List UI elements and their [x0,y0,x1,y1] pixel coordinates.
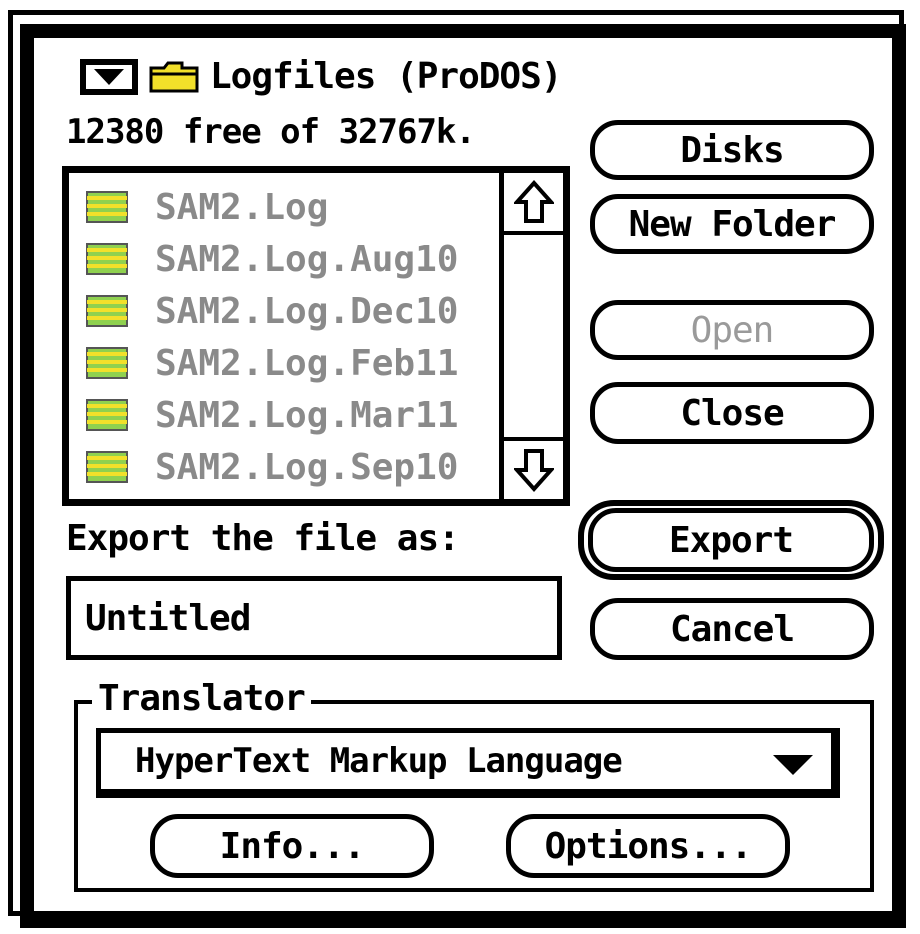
open-button[interactable]: Open [590,300,874,360]
file-name: SAM2.Log.Mar11 [155,394,459,436]
folder-icon [149,61,199,92]
text-file-icon [86,451,128,483]
file-name: SAM2.Log [155,186,329,228]
folder-popup-menu[interactable]: Logfiles (ProDOS) [80,56,562,97]
new-folder-button[interactable]: New Folder [590,194,874,254]
scroll-up-button[interactable] [504,173,563,235]
file-list-item[interactable]: SAM2.Log.Dec10 [69,285,499,337]
translator-selected: HyperText Markup Language [135,741,623,781]
arrow-up-icon [513,180,554,223]
text-file-icon [86,399,128,431]
file-list-item[interactable]: SAM2.Log.Mar11 [69,389,499,441]
file-name: SAM2.Log.Aug10 [155,238,459,280]
file-name: SAM2.Log.Sep10 [155,446,459,488]
disk-free-space: 12380 free of 32767k. [66,112,476,152]
chevron-down-icon[interactable] [80,58,138,95]
chevron-down-icon [773,755,813,775]
info-button[interactable]: Info... [150,814,434,878]
file-list-item[interactable]: SAM2.Log.Feb11 [69,337,499,389]
options-button[interactable]: Options... [506,814,790,878]
scroll-down-button[interactable] [504,437,563,499]
text-file-icon [86,191,128,223]
text-file-icon [86,243,128,275]
file-list-items[interactable]: SAM2.Log SAM2.Log.Aug10 SAM2.Log.Dec10 SAM2… [69,173,499,499]
translator-popup[interactable]: HyperText Markup Language [96,728,840,798]
cancel-button[interactable]: Cancel [590,598,874,660]
arrow-down-icon [513,449,554,492]
file-list[interactable]: SAM2.Log SAM2.Log.Aug10 SAM2.Log.Dec10 SAM2… [62,166,570,506]
close-button[interactable]: Close [590,382,874,444]
file-list-item[interactable]: SAM2.Log.Sep10 [69,441,499,493]
translator-label: Translator [92,678,311,719]
scrollbar[interactable] [499,173,563,499]
folder-name: Logfiles (ProDOS) [210,56,562,97]
text-file-icon [86,295,128,327]
file-list-item[interactable]: SAM2.Log [69,181,499,233]
export-button[interactable]: Export [588,508,874,572]
file-name: SAM2.Log.Dec10 [155,290,459,332]
disks-button[interactable]: Disks [590,120,874,180]
export-filename-label: Export the file as: [66,518,460,559]
file-name: SAM2.Log.Feb11 [155,342,459,384]
export-filename-field[interactable]: Untitled [66,576,562,660]
text-file-icon [86,347,128,379]
file-list-item[interactable]: SAM2.Log.Aug10 [69,233,499,285]
